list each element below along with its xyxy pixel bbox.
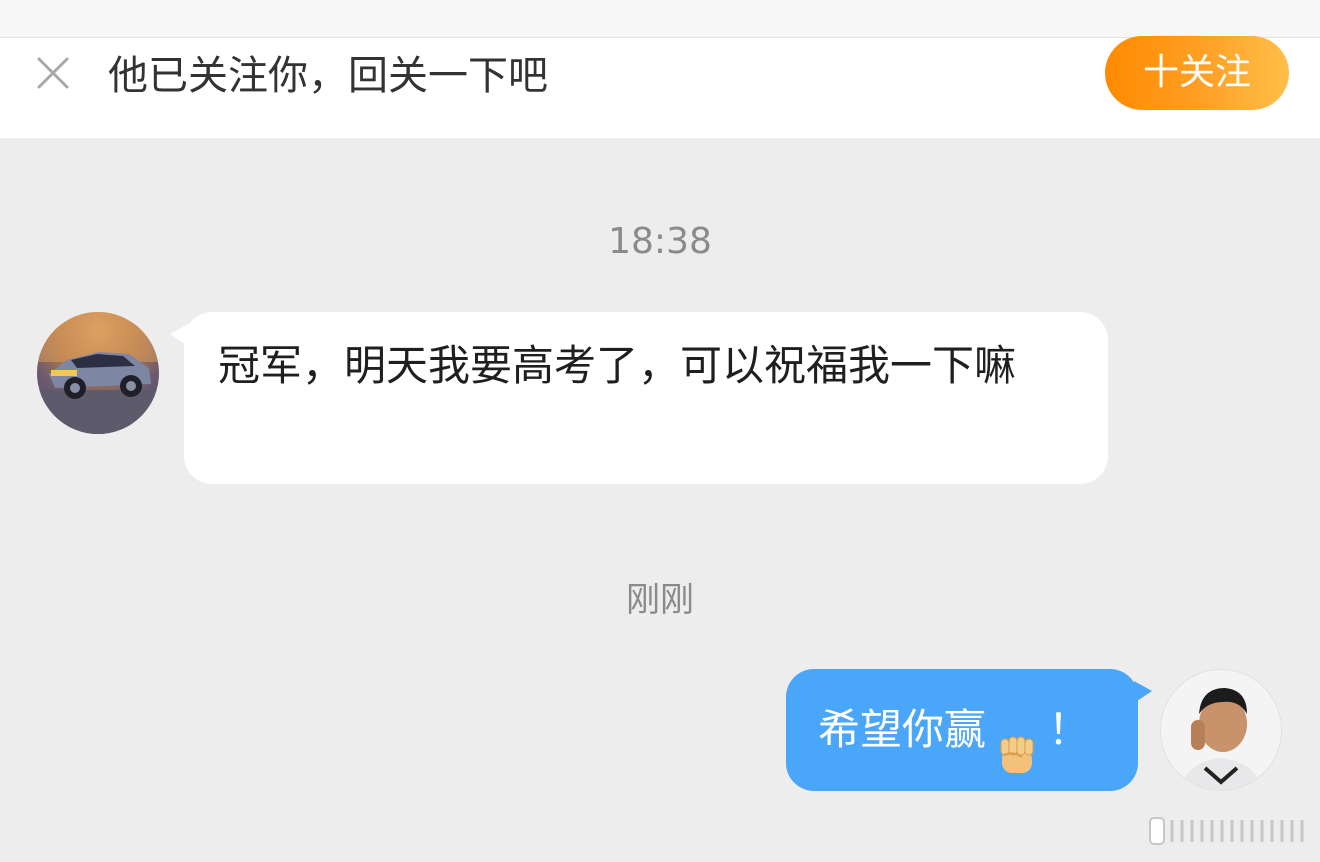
incoming-message-text: 冠军，明天我要高考了，可以祝福我一下嘛 <box>218 341 1017 390</box>
message-timestamp: 18:38 <box>608 221 712 262</box>
bubble-tail <box>170 324 188 346</box>
follow-prompt-bar: 他已关注你，回关一下吧 十关注 <box>0 36 1320 138</box>
outgoing-message-punctuation: ！ <box>1048 705 1091 754</box>
outgoing-message-text: 希望你赢 <box>818 705 987 754</box>
user-photo-avatar[interactable] <box>1160 669 1282 791</box>
close-icon[interactable] <box>34 54 72 92</box>
bubble-tail <box>1134 681 1152 703</box>
scroll-indicator[interactable] <box>1148 812 1310 850</box>
status-strip <box>0 0 1320 38</box>
outgoing-message-bubble[interactable]: 希望你赢 ！ <box>786 669 1152 791</box>
follow-button[interactable]: 十关注 <box>1105 36 1289 110</box>
message-timestamp: 刚刚 <box>626 580 694 620</box>
incoming-message-bubble[interactable]: 冠军，明天我要高考了，可以祝福我一下嘛 <box>170 312 1108 484</box>
raised-fist-emoji <box>992 704 1042 773</box>
follow-prompt-text: 他已关注你，回关一下吧 <box>108 53 548 99</box>
race-car-avatar[interactable] <box>37 312 159 434</box>
